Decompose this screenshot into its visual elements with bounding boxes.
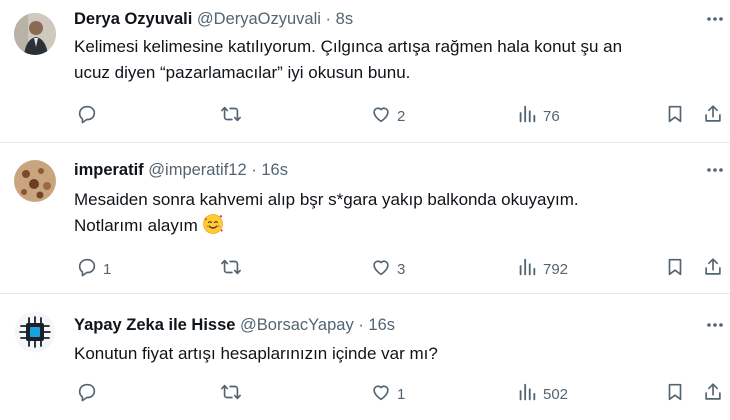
tweet[interactable]: Yapay Zeka ile Hisse @BorsacYapay · 16s … — [0, 293, 730, 420]
reply-icon — [76, 256, 98, 282]
bookmark-button[interactable] — [664, 104, 686, 128]
like-button[interactable]: 2 — [370, 104, 405, 128]
separator-dot: · — [325, 10, 332, 28]
like-button[interactable]: 3 — [370, 257, 405, 281]
action-bar: 2 76 — [74, 104, 724, 128]
more-icon[interactable] — [705, 160, 725, 180]
retweet-button[interactable] — [220, 382, 247, 406]
tweet-header: Yapay Zeka ile Hisse @BorsacYapay · 16s — [74, 315, 395, 335]
avatar[interactable] — [14, 13, 56, 55]
tweet-text-line: ucuz diyen “pazarlamacılar” iyi okusun b… — [74, 63, 411, 82]
separator-dot: · — [358, 316, 364, 334]
action-bar: 1 3 792 — [74, 257, 724, 281]
like-button[interactable]: 1 — [370, 382, 405, 406]
share-icon — [702, 256, 724, 282]
views-button[interactable]: 502 — [516, 382, 568, 406]
retweet-button[interactable] — [220, 257, 247, 281]
bookmark-button[interactable] — [664, 257, 686, 281]
tweet-text-line: Kelimesi kelimesine katılıyorum. Çılgınc… — [74, 37, 623, 56]
tweet[interactable]: imperatif @imperatif12 · 16s Mesaiden so… — [0, 142, 730, 293]
like-icon — [370, 103, 392, 129]
tweet-text: Konutun fiyat artışı hesaplarınızın için… — [74, 341, 714, 367]
views-button[interactable]: 76 — [516, 104, 560, 128]
tweet-header: Derya Ozyuvali @DeryaOzyuvali · 8s — [74, 9, 353, 29]
avatar[interactable] — [14, 311, 56, 353]
views-button[interactable]: 792 — [516, 257, 568, 281]
retweet-icon — [220, 381, 242, 407]
view-count: 792 — [543, 260, 569, 278]
display-name[interactable]: Derya Ozyuvali — [74, 10, 192, 28]
retweet-icon — [220, 103, 242, 129]
like-count: 3 — [397, 260, 406, 278]
tweet-text-line: Mesaiden sonra kahvemi alıp bşr s*gara y… — [74, 190, 579, 209]
tweet-text: Mesaiden sonra kahvemi alıp bşr s*gara y… — [74, 187, 714, 239]
reply-button[interactable] — [76, 104, 103, 128]
timestamp[interactable]: 16s — [368, 316, 395, 334]
tweet-header: imperatif @imperatif12 · 16s — [74, 160, 288, 180]
views-icon — [516, 256, 538, 282]
user-handle[interactable]: @BorsacYapay — [240, 316, 354, 334]
bookmark-button[interactable] — [664, 382, 686, 406]
action-bar: 1 502 — [74, 382, 724, 406]
display-name[interactable]: Yapay Zeka ile Hisse — [74, 316, 235, 334]
timestamp[interactable]: 8s — [336, 10, 353, 28]
tweet-text: Kelimesi kelimesine katılıyorum. Çılgınc… — [74, 34, 714, 86]
reply-button[interactable]: 1 — [76, 257, 111, 281]
retweet-icon — [220, 256, 242, 282]
views-icon — [516, 103, 538, 129]
tweet[interactable]: Derya Ozyuvali @DeryaOzyuvali · 8s Kelim… — [0, 0, 730, 142]
more-icon[interactable] — [705, 9, 725, 29]
display-name[interactable]: imperatif — [74, 161, 144, 179]
reply-count: 1 — [103, 260, 112, 278]
view-count: 76 — [543, 107, 560, 125]
user-handle[interactable]: @imperatif12 — [148, 161, 246, 179]
tweet-text-line-with-emoji: Notlarımı alayım — [74, 213, 714, 239]
bookmark-icon — [664, 103, 686, 129]
timestamp[interactable]: 16s — [261, 161, 288, 179]
bookmark-icon — [664, 256, 686, 282]
share-icon — [702, 103, 724, 129]
share-button[interactable] — [702, 257, 724, 281]
reply-button[interactable] — [76, 382, 103, 406]
retweet-button[interactable] — [220, 104, 247, 128]
smiling-face-with-hearts-icon — [202, 213, 224, 235]
share-icon — [702, 381, 724, 407]
like-count: 2 — [397, 107, 406, 125]
more-icon[interactable] — [705, 315, 725, 335]
tweet-text-line: Notlarımı alayım — [74, 216, 198, 235]
reply-icon — [76, 381, 98, 407]
tweet-text-line: Konutun fiyat artışı hesaplarınızın için… — [74, 344, 438, 363]
avatar[interactable] — [14, 160, 56, 202]
like-icon — [370, 381, 392, 407]
views-icon — [516, 381, 538, 407]
share-button[interactable] — [702, 382, 724, 406]
like-count: 1 — [397, 385, 406, 403]
reply-icon — [76, 103, 98, 129]
bookmark-icon — [664, 381, 686, 407]
user-handle[interactable]: @DeryaOzyuvali — [197, 10, 321, 28]
share-button[interactable] — [702, 104, 724, 128]
view-count: 502 — [543, 385, 569, 403]
like-icon — [370, 256, 392, 282]
separator-dot: · — [251, 161, 257, 179]
